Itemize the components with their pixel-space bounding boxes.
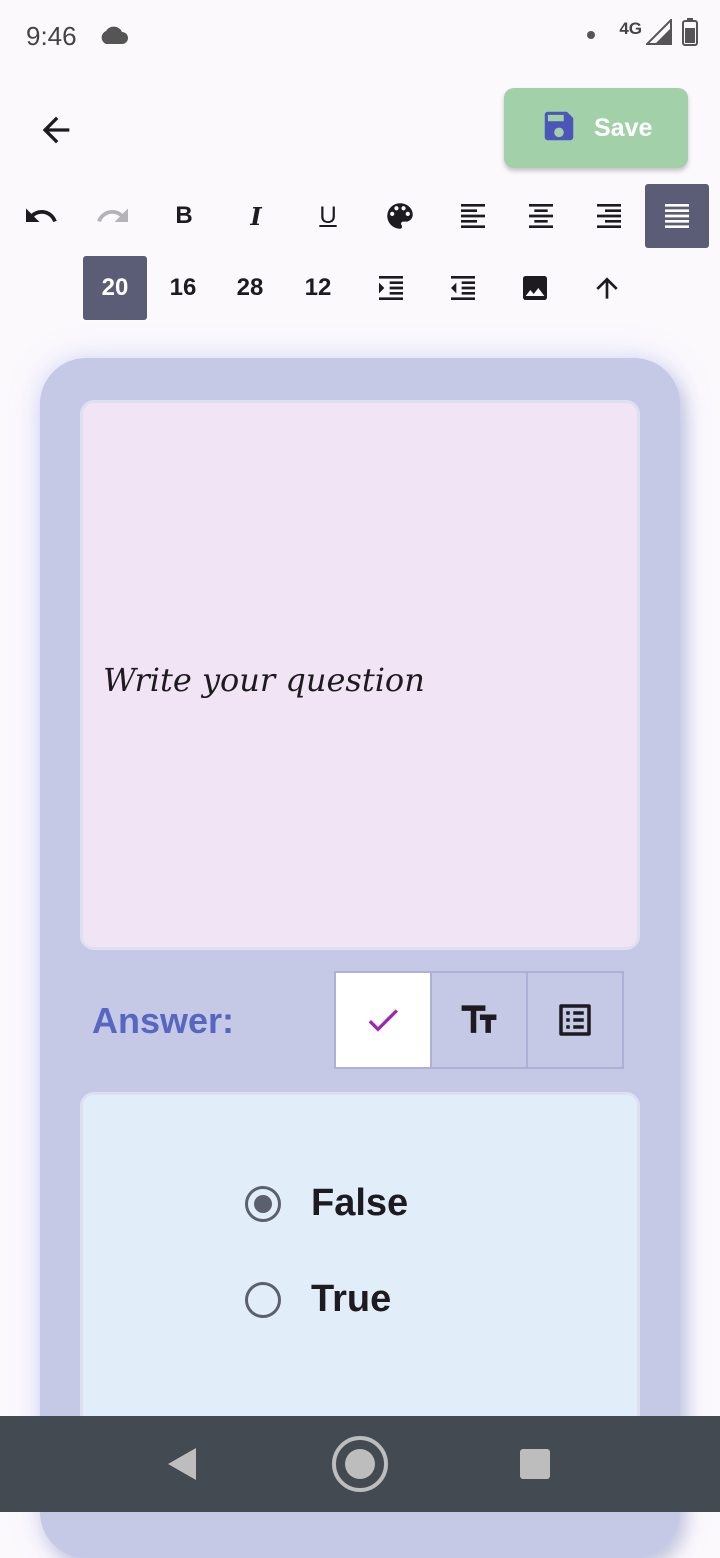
undo-button[interactable]: [9, 184, 73, 248]
font-size-toolbar: 20 16 28 12: [0, 256, 720, 320]
status-bar: 9:46 4G: [0, 0, 720, 72]
move-up-button[interactable]: [575, 256, 639, 320]
notification-dot-icon: [587, 30, 596, 39]
palette-icon: [387, 203, 413, 229]
font-size-option-28[interactable]: 28: [218, 256, 282, 320]
answer-type-true-false[interactable]: [334, 971, 432, 1069]
network-type-label: 4G: [619, 18, 642, 38]
image-icon: [523, 276, 547, 300]
question-placeholder: Write your question: [103, 661, 425, 699]
align-justify-icon: [665, 204, 689, 228]
text-fields-icon: [461, 1005, 497, 1033]
align-justify-button[interactable]: [645, 184, 709, 248]
italic-icon: I: [250, 201, 262, 231]
answer-type-selector: [334, 971, 630, 1071]
answer-type-text[interactable]: [430, 971, 528, 1069]
recents-square-icon: [520, 1449, 550, 1479]
nav-recents-button[interactable]: [517, 1416, 553, 1512]
save-button[interactable]: Save: [504, 88, 688, 168]
arrow-up-icon: [596, 277, 618, 299]
radio-button-selected[interactable]: [245, 1185, 281, 1222]
underline-icon: U: [319, 202, 337, 229]
align-center-button[interactable]: [509, 184, 573, 248]
floppy-disk-icon: [540, 107, 578, 150]
align-left-button[interactable]: [441, 184, 505, 248]
list-icon: [559, 1004, 591, 1036]
check-icon: [368, 1009, 398, 1032]
answer-type-list[interactable]: [526, 971, 624, 1069]
status-time: 9:46: [26, 21, 77, 51]
back-triangle-icon: [168, 1448, 196, 1480]
align-right-icon: [597, 204, 621, 228]
answer-label: Answer:: [92, 1000, 235, 1041]
formatting-toolbar: B I U: [0, 184, 720, 248]
indent-decrease-button[interactable]: [431, 256, 495, 320]
option-false[interactable]: False: [245, 1182, 408, 1225]
font-size-option-12[interactable]: 12: [286, 256, 350, 320]
italic-button[interactable]: I: [224, 184, 288, 248]
signal-icon: [644, 17, 672, 50]
bold-icon: B: [175, 202, 193, 229]
home-circle-icon: [332, 1436, 388, 1492]
align-left-icon: [461, 204, 485, 228]
option-true[interactable]: True: [245, 1278, 391, 1321]
battery-icon: [682, 18, 698, 51]
back-button[interactable]: [30, 106, 82, 154]
cloud-icon: [98, 24, 128, 51]
color-button[interactable]: [368, 184, 432, 248]
radio-button[interactable]: [245, 1281, 281, 1318]
app-bar: Save: [0, 84, 720, 174]
save-label: Save: [594, 113, 653, 142]
insert-image-button[interactable]: [503, 256, 567, 320]
nav-back-button[interactable]: [160, 1416, 204, 1512]
undo-icon: [26, 208, 57, 222]
indent-increase-icon: [379, 276, 403, 300]
indent-increase-button[interactable]: [359, 256, 423, 320]
align-right-button[interactable]: [577, 184, 641, 248]
align-center-icon: [529, 204, 553, 228]
redo-icon: [97, 208, 128, 222]
underline-button[interactable]: U: [296, 184, 360, 248]
bold-button[interactable]: B: [152, 184, 216, 248]
nav-home-button[interactable]: [330, 1416, 390, 1512]
option-label: True: [311, 1278, 392, 1320]
system-nav-bar: [0, 1416, 720, 1512]
option-label: False: [311, 1182, 409, 1224]
answer-options-box: False True: [80, 1092, 640, 1452]
redo-button[interactable]: [81, 184, 145, 248]
arrow-back-icon: [42, 116, 70, 144]
font-size-option-16[interactable]: 16: [151, 256, 215, 320]
font-size-option-20[interactable]: 20: [83, 256, 147, 320]
question-editor[interactable]: Write your question: [80, 400, 640, 950]
indent-decrease-icon: [451, 276, 475, 300]
